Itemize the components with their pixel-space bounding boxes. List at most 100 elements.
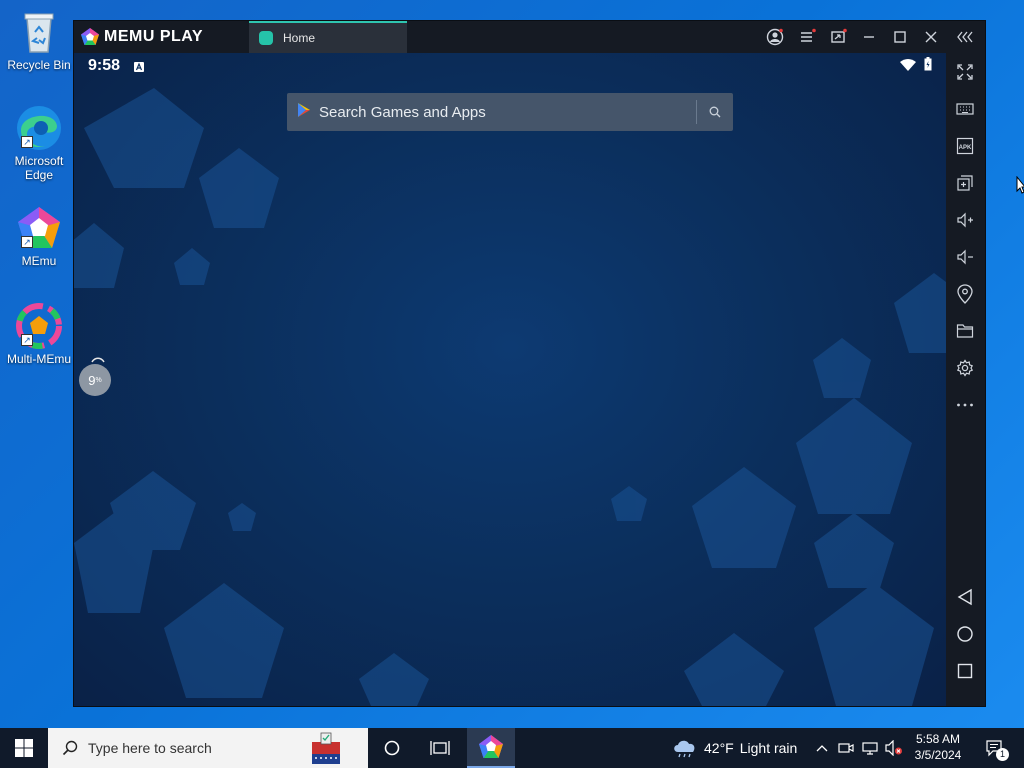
window-switch-icon <box>831 28 847 43</box>
ballot-box-icon <box>312 732 340 764</box>
hamburger-icon <box>801 28 816 42</box>
cortana-button[interactable] <box>368 728 416 768</box>
back-triangle-icon <box>957 588 972 606</box>
taskbar: Type here to search 42°F Light rain 5:58… <box>0 728 1024 768</box>
network-monitor-icon <box>862 742 878 755</box>
minimize-icon <box>864 36 874 38</box>
apk-install-button[interactable]: APK <box>954 135 976 157</box>
more-button[interactable] <box>954 394 976 416</box>
play-store-icon <box>297 102 311 123</box>
taskbar-clock[interactable]: 5:58 AM 3/5/2024 <box>906 731 970 763</box>
desktop-icon-edge[interactable]: ↗ Microsoft Edge <box>4 104 74 182</box>
wifi-icon <box>900 58 916 76</box>
maximize-icon <box>894 31 906 43</box>
settings-button[interactable] <box>954 357 976 379</box>
desktop-icon-label: Microsoft Edge <box>14 154 64 182</box>
user-icon <box>766 28 784 46</box>
volume-down-icon <box>957 249 973 265</box>
clock-time: 5:58 AM <box>915 732 961 746</box>
keyboard-mapping-button[interactable] <box>954 98 976 120</box>
notification-center-button[interactable]: 1 <box>978 728 1012 768</box>
triple-chevron-left-icon <box>957 31 973 43</box>
shortcut-arrow-icon: ↗ <box>21 334 33 346</box>
brand-name: MEMU PLAY <box>104 28 204 45</box>
maximize-button[interactable] <box>890 27 910 47</box>
android-back-button[interactable] <box>954 586 976 608</box>
chevron-up-icon <box>816 745 828 752</box>
close-button[interactable] <box>921 27 941 47</box>
camera-icon <box>838 743 854 753</box>
task-view-button[interactable] <box>416 728 464 768</box>
multi-instance-button[interactable] <box>954 172 976 194</box>
windows-logo-icon <box>15 739 33 757</box>
weather-widget[interactable]: 42°F Light rain <box>672 728 797 768</box>
ellipsis-icon <box>957 403 973 407</box>
recycle-bin-icon <box>15 8 63 56</box>
multi-memu-icon: ↗ <box>15 302 63 350</box>
recents-square-icon <box>957 663 973 679</box>
desktop-icon-recycle-bin[interactable]: Recycle Bin <box>4 8 74 72</box>
taskbar-search-placeholder: Type here to search <box>88 740 212 756</box>
progress-indicator: 9% <box>79 364 111 396</box>
volume-up-button[interactable] <box>954 209 976 231</box>
speaker-muted-icon <box>885 740 902 756</box>
android-screen[interactable]: 9:58 Search Games and Apps 9% <box>74 53 946 706</box>
gear-icon <box>956 359 974 377</box>
title-bar: MEMU PLAY Home <box>74 21 985 53</box>
multi-window-button[interactable] <box>828 27 848 47</box>
account-button[interactable] <box>765 27 785 47</box>
svg-text:APK: APK <box>959 145 972 151</box>
start-button[interactable] <box>0 728 48 768</box>
search-icon <box>62 740 78 756</box>
progress-unit: % <box>95 376 102 384</box>
progress-value: 9 <box>88 372 96 388</box>
tab-label: Home <box>283 31 316 45</box>
cortana-circle-icon <box>384 740 400 756</box>
weather-temperature: 42°F <box>704 740 734 756</box>
notification-a-icon <box>134 59 144 77</box>
search-bar[interactable]: Search Games and Apps <box>287 93 733 131</box>
rain-cloud-icon <box>674 740 695 758</box>
shared-folder-button[interactable] <box>954 320 976 342</box>
minimize-button[interactable] <box>859 27 879 47</box>
apk-icon: APK <box>956 137 974 155</box>
meet-now-button[interactable] <box>836 728 856 768</box>
desktop-icon-memu[interactable]: ↗ MEmu <box>4 204 74 268</box>
fullscreen-button[interactable] <box>954 61 976 83</box>
notification-count-badge: 1 <box>996 748 1009 761</box>
android-status-bar: 9:58 <box>74 53 946 77</box>
shortcut-arrow-icon: ↗ <box>21 136 33 148</box>
add-window-icon <box>957 175 973 191</box>
memu-icon <box>479 735 503 758</box>
taskbar-search-box[interactable]: Type here to search <box>48 728 368 768</box>
right-toolbar: APK <box>946 53 985 706</box>
desktop-icon-label: MEmu <box>21 254 57 268</box>
shortcut-arrow-icon: ↗ <box>21 236 33 248</box>
memu-window: MEMU PLAY Home 9:58 Search Games and App… <box>73 20 986 707</box>
progress-spinner-arc <box>91 357 105 363</box>
volume-down-button[interactable] <box>954 246 976 268</box>
volume-button[interactable] <box>884 728 904 768</box>
search-button[interactable] <box>697 93 733 131</box>
folder-icon <box>956 324 974 338</box>
collapse-toolbar-button[interactable] <box>955 27 975 47</box>
network-button[interactable] <box>860 728 880 768</box>
weather-description: Light rain <box>739 740 798 756</box>
android-recents-button[interactable] <box>954 660 976 682</box>
menu-button[interactable] <box>797 27 817 47</box>
wallpaper-pentagons <box>74 88 946 706</box>
battery-icon <box>924 57 932 76</box>
desktop-icon-multi-memu[interactable]: ↗ Multi-MEmu <box>4 302 74 366</box>
show-hidden-icons-button[interactable] <box>812 728 832 768</box>
memu-icon: ↗ <box>15 204 63 252</box>
location-button[interactable] <box>954 283 976 305</box>
desktop-icon-label: Multi-MEmu <box>6 352 71 366</box>
status-time: 9:58 <box>88 57 121 74</box>
fullscreen-icon <box>957 64 973 80</box>
taskbar-memu-app[interactable] <box>467 728 515 768</box>
android-home-button[interactable] <box>954 623 976 645</box>
home-tab-icon <box>259 31 273 45</box>
home-circle-icon <box>957 626 973 642</box>
memu-logo-icon <box>81 28 99 45</box>
tab-home[interactable]: Home <box>249 21 407 53</box>
